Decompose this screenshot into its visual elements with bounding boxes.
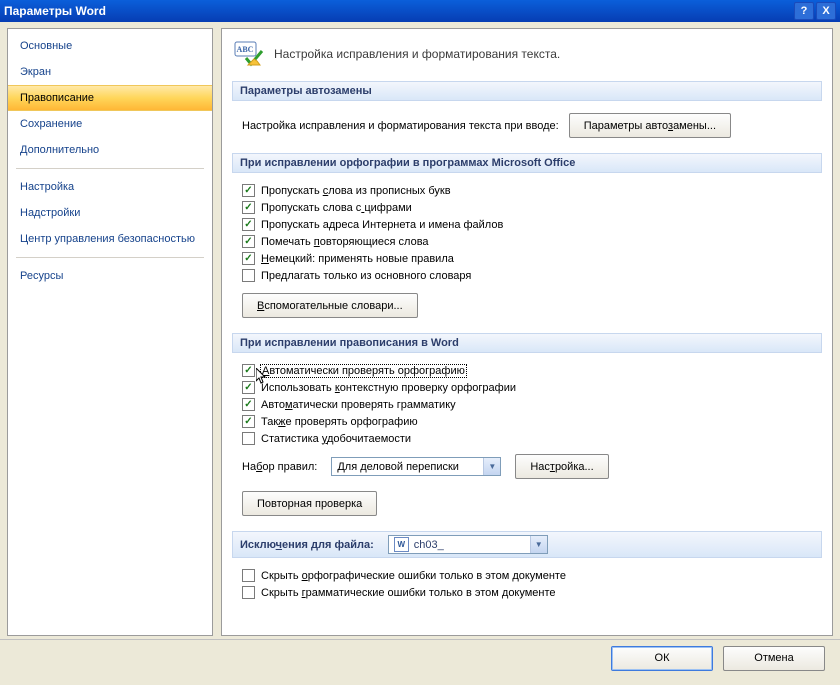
word-check-label: Статистика удобочитаемости — [261, 433, 411, 445]
office-check-row: Пропускать слова из прописных букв — [242, 182, 816, 199]
sidebar-separator — [16, 168, 204, 169]
sidebar-item-8[interactable]: Ресурсы — [8, 263, 212, 289]
autocorrect-options-button[interactable]: Параметры автозамены... — [569, 113, 731, 138]
ruleset-dropdown[interactable]: Для деловой переписки ▼ — [331, 457, 501, 476]
cancel-button[interactable]: Отмена — [723, 646, 825, 671]
chevron-down-icon: ▼ — [483, 458, 500, 475]
exceptions-title: Исключения для файла: — [240, 539, 374, 551]
close-button[interactable]: X — [816, 2, 836, 20]
word-check-checkbox[interactable] — [242, 415, 255, 428]
titlebar: Параметры Word ? X — [0, 0, 840, 22]
office-check-label: Помечать повторяющиеся слова — [261, 236, 429, 248]
ok-button[interactable]: ОК — [611, 646, 713, 671]
exceptions-file-value: ch03_ — [414, 539, 444, 551]
sidebar-item-5[interactable]: Настройка — [8, 174, 212, 200]
office-check-row: Немецкий: применять новые правила — [242, 250, 816, 267]
ruleset-label: Набор правил: — [242, 461, 317, 473]
office-check-row: Пропускать слова с цифрами — [242, 199, 816, 216]
section-autocorrect-body: Настройка исправления и форматирования т… — [232, 101, 822, 149]
section-exceptions-head: Исключения для файла: W ch03_ ▼ — [232, 531, 822, 558]
office-check-row: Помечать повторяющиеся слова — [242, 233, 816, 250]
word-check-row: Автоматически проверять грамматику — [242, 396, 816, 413]
word-check-row: Использовать контекстную проверку орфогр… — [242, 379, 816, 396]
word-check-row: Также проверять орфографию — [242, 413, 816, 430]
sidebar-item-6[interactable]: Надстройки — [8, 200, 212, 226]
sidebar-item-4[interactable]: Дополнительно — [8, 137, 212, 163]
word-check-checkbox[interactable] — [242, 381, 255, 394]
office-check-label: Пропускать слова из прописных букв — [261, 185, 451, 197]
exceptions-check-label: Скрыть грамматические ошибки только в эт… — [261, 587, 556, 599]
word-check-row: Статистика удобочитаемости — [242, 430, 816, 447]
exceptions-check-label: Скрыть орфографические ошибки только в э… — [261, 570, 566, 582]
window: Параметры Word ? X ОсновныеЭкранПравопис… — [0, 0, 840, 685]
autocorrect-text: Настройка исправления и форматирования т… — [242, 120, 559, 132]
word-check-checkbox[interactable] — [242, 398, 255, 411]
word-check-label: Автоматически проверять орфографию — [261, 365, 466, 377]
office-check-checkbox[interactable] — [242, 235, 255, 248]
office-check-checkbox[interactable] — [242, 201, 255, 214]
office-check-label: Пропускать адреса Интернета и имена файл… — [261, 219, 503, 231]
office-check-row: Предлагать только из основного словаря — [242, 267, 816, 284]
sidebar-item-3[interactable]: Сохранение — [8, 111, 212, 137]
button-bar: ОК Отмена — [0, 639, 840, 676]
exceptions-check-row: Скрыть грамматические ошибки только в эт… — [242, 584, 816, 601]
exceptions-file-dropdown[interactable]: W ch03_ ▼ — [388, 535, 548, 554]
recheck-button[interactable]: Повторная проверка — [242, 491, 377, 516]
office-check-label: Пропускать слова с цифрами — [261, 202, 412, 214]
help-button[interactable]: ? — [794, 2, 814, 20]
word-check-checkbox[interactable] — [242, 364, 255, 377]
content: ABC Настройка исправления и форматирован… — [221, 28, 833, 636]
sidebar: ОсновныеЭкранПравописаниеСохранениеДопол… — [7, 28, 213, 636]
section-office-head: При исправлении орфографии в программах … — [232, 153, 822, 173]
office-check-checkbox[interactable] — [242, 184, 255, 197]
word-check-label: Автоматически проверять грамматику — [261, 399, 456, 411]
word-check-label: Использовать контекстную проверку орфогр… — [261, 382, 516, 394]
exceptions-check-checkbox[interactable] — [242, 586, 255, 599]
section-word-head: При исправлении правописания в Word — [232, 333, 822, 353]
office-check-label: Немецкий: применять новые правила — [261, 253, 454, 265]
office-check-row: Пропускать адреса Интернета и имена файл… — [242, 216, 816, 233]
chevron-down-icon: ▼ — [530, 536, 547, 553]
window-title: Параметры Word — [4, 4, 106, 18]
sidebar-separator — [16, 257, 204, 258]
office-check-checkbox[interactable] — [242, 218, 255, 231]
office-check-checkbox[interactable] — [242, 269, 255, 282]
header-text: Настройка исправления и форматирования т… — [274, 47, 560, 61]
section-word-body: Автоматически проверять орфографию Исполь… — [232, 353, 822, 527]
cursor-icon — [256, 368, 268, 386]
word-check-label: Также проверять орфографию — [261, 416, 418, 428]
ruleset-settings-button[interactable]: Настройка... — [515, 454, 608, 479]
client-area: ОсновныеЭкранПравописаниеСохранениеДопол… — [0, 22, 840, 639]
office-check-label: Предлагать только из основного словаря — [261, 270, 471, 282]
sidebar-item-7[interactable]: Центр управления безопасностью — [8, 226, 212, 252]
section-exceptions-body: Скрыть орфографические ошибки только в э… — [232, 558, 822, 609]
abc-check-icon: ABC — [234, 41, 264, 67]
sidebar-item-0[interactable]: Основные — [8, 33, 212, 59]
word-check-row: Автоматически проверять орфографию — [242, 362, 816, 379]
sidebar-item-2[interactable]: Правописание — [8, 85, 212, 111]
word-file-icon: W — [394, 537, 409, 552]
sidebar-item-1[interactable]: Экран — [8, 59, 212, 85]
ruleset-value: Для деловой переписки — [337, 461, 459, 473]
exceptions-check-checkbox[interactable] — [242, 569, 255, 582]
word-check-checkbox[interactable] — [242, 432, 255, 445]
section-office-body: Пропускать слова из прописных букв Пропус… — [232, 173, 822, 329]
exceptions-check-row: Скрыть орфографические ошибки только в э… — [242, 567, 816, 584]
section-autocorrect-head: Параметры автозамены — [232, 81, 822, 101]
page-header: ABC Настройка исправления и форматирован… — [232, 37, 822, 77]
office-check-checkbox[interactable] — [242, 252, 255, 265]
svg-text:ABC: ABC — [237, 45, 254, 54]
aux-dictionaries-button[interactable]: Вспомогательные словари... — [242, 293, 418, 318]
